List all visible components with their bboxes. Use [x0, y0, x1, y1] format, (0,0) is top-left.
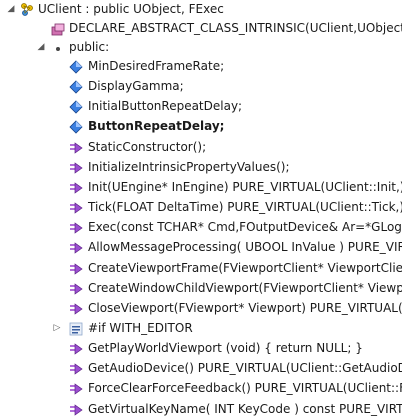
method-icon [68, 200, 84, 216]
method-icon [68, 301, 84, 317]
tree-row-method[interactable]: InitializeIntrinsicPropertyValues(); [0, 158, 402, 177]
member-label: AllowMessageProcessing( UBOOL InValue ) … [88, 240, 402, 255]
macro-icon [50, 21, 66, 37]
member-label: GetPlayWorldViewport (void) { return NUL… [88, 341, 363, 356]
tree-row-class[interactable]: ◢ UClient : public UObject, FExec [0, 0, 402, 19]
tree-row-method[interactable]: Exec(const TCHAR* Cmd,FOutputDevice& Ar=… [0, 218, 402, 237]
tree-row-field[interactable]: DisplayGamma; [0, 77, 402, 96]
method-icon [68, 381, 84, 397]
method-icon [68, 402, 84, 418]
collapsed-arrow-icon[interactable]: ▷ [52, 319, 62, 338]
tree-row-method[interactable]: CloseViewport(FViewport* Viewport) PURE_… [0, 299, 402, 318]
tree-row-method[interactable]: CreateWindowChildViewport(FViewportClien… [0, 279, 402, 298]
member-label: MinDesiredFrameRate; [88, 59, 225, 73]
tree-row-field[interactable]: InitialButtonRepeatDelay; [0, 97, 402, 116]
tree-row-preprocessor[interactable]: ▷ #if WITH_EDITOR [0, 319, 402, 338]
member-label: InitializeIntrinsicPropertyValues(); [88, 159, 290, 174]
member-label: #if WITH_EDITOR [88, 320, 193, 335]
method-icon [68, 180, 84, 196]
tree-row-public[interactable]: ◢ public: [0, 38, 402, 57]
member-label: GetVirtualKeyName( INT KeyCode ) const P… [88, 401, 402, 416]
tree-row-macro[interactable]: DECLARE_ABSTRACT_CLASS_INTRINSIC(UClient… [0, 19, 402, 38]
method-icon [68, 341, 84, 357]
method-icon [68, 261, 84, 277]
method-icon [68, 361, 84, 377]
member-label: Exec(const TCHAR* Cmd,FOutputDevice& Ar=… [88, 220, 402, 235]
field-icon [68, 119, 84, 135]
tree-row-method[interactable]: ForceClearForceFeedback() PURE_VIRTUAL(U… [0, 379, 402, 398]
member-label: Tick(FLOAT DeltaTime) PURE_VIRTUAL(UClie… [88, 200, 402, 215]
member-label: GetAudioDevice() PURE_VIRTUAL(UClient::G… [88, 361, 402, 376]
public-label: public: [69, 40, 110, 54]
tree-row-method[interactable]: CreateViewportFrame(FViewportClient* Vie… [0, 259, 402, 278]
field-icon [68, 59, 84, 75]
method-icon [68, 240, 84, 256]
member-label: StaticConstructor(); [88, 139, 207, 154]
tree-row-method[interactable]: GetPlayWorldViewport (void) { return NUL… [0, 339, 402, 358]
bullet-icon [50, 40, 66, 56]
method-icon [68, 220, 84, 236]
field-icon [68, 99, 84, 115]
expanded-arrow-icon[interactable]: ◢ [6, 0, 16, 19]
member-label: ForceClearForceFeedback() PURE_VIRTUAL(U… [88, 381, 402, 396]
tree-row-method[interactable]: Init(UEngine* InEngine) PURE_VIRTUAL(UCl… [0, 178, 402, 197]
tree-row-field[interactable]: MinDesiredFrameRate; [0, 57, 402, 76]
member-label: CloseViewport(FViewport* Viewport) PURE_… [88, 300, 402, 315]
member-label: ButtonRepeatDelay; [88, 119, 225, 134]
field-icon [68, 79, 84, 95]
member-label: DisplayGamma; [88, 79, 184, 94]
tree-row-method[interactable]: GetAudioDevice() PURE_VIRTUAL(UClient::G… [0, 359, 402, 378]
tree-row-method[interactable]: Tick(FLOAT DeltaTime) PURE_VIRTUAL(UClie… [0, 198, 402, 217]
macro-label: DECLARE_ABSTRACT_CLASS_INTRINSIC(UClient… [69, 21, 402, 35]
expanded-arrow-icon[interactable]: ◢ [36, 38, 46, 57]
member-label: CreateViewportFrame(FViewportClient* Vie… [88, 260, 402, 275]
preprocessor-icon [68, 321, 84, 337]
method-icon [68, 140, 84, 156]
member-label: Init(UEngine* InEngine) PURE_VIRTUAL(UCl… [88, 179, 402, 194]
tree-row-method[interactable]: StaticConstructor(); [0, 138, 402, 157]
member-label: InitialButtonRepeatDelay; [88, 99, 243, 114]
class-label: UClient : public UObject, FExec [38, 2, 224, 16]
class-icon [19, 2, 35, 18]
member-label: CreateWindowChildViewport(FViewportClien… [88, 280, 402, 295]
method-icon [68, 281, 84, 297]
tree-row-method[interactable]: GetVirtualKeyName( INT KeyCode ) const P… [0, 400, 402, 419]
tree-row-method[interactable]: AllowMessageProcessing( UBOOL InValue ) … [0, 238, 402, 257]
method-icon [68, 160, 84, 176]
tree-row-field[interactable]: ButtonRepeatDelay; [0, 117, 402, 136]
